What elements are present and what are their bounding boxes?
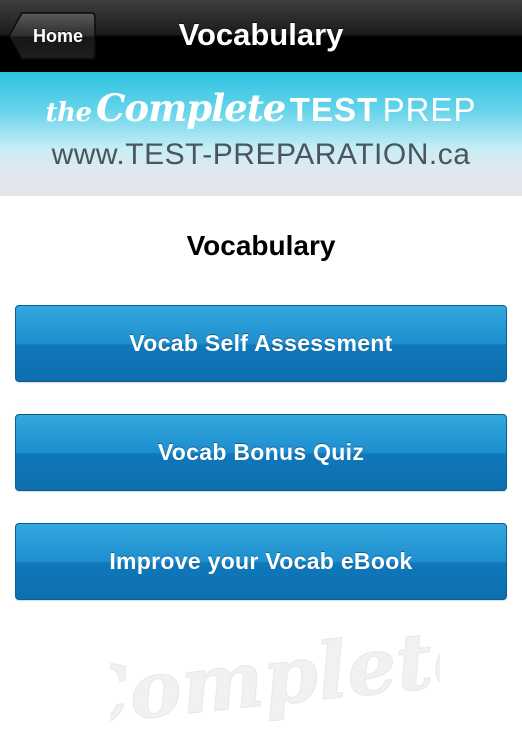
- home-back-button[interactable]: Home: [8, 12, 96, 60]
- home-button-label: Home: [32, 26, 83, 46]
- brand-test: TEST: [289, 91, 379, 128]
- complete-watermark: Complete: [110, 622, 440, 732]
- brand-the: the: [45, 98, 92, 128]
- nav-title: Vocabulary: [178, 17, 344, 52]
- vocab-self-assessment-button[interactable]: Vocab Self Assessment: [15, 305, 507, 382]
- watermark-text: Complete: [110, 622, 440, 732]
- vocab-bonus-quiz-button[interactable]: Vocab Bonus Quiz: [15, 414, 507, 491]
- navigation-bar: Home Vocabulary: [0, 0, 522, 72]
- brand-complete: Complete: [95, 86, 286, 130]
- brand-logo: the Complete TEST PREP: [0, 86, 522, 134]
- section-title: Vocabulary: [186, 230, 336, 261]
- improve-vocab-ebook-button[interactable]: Improve your Vocab eBook: [15, 523, 507, 600]
- brand-banner: the Complete TEST PREP www.TEST-PREPARAT…: [0, 72, 522, 196]
- brand-prep: PREP: [382, 91, 477, 128]
- brand-url: www.TEST-PREPARATION.ca: [51, 138, 471, 171]
